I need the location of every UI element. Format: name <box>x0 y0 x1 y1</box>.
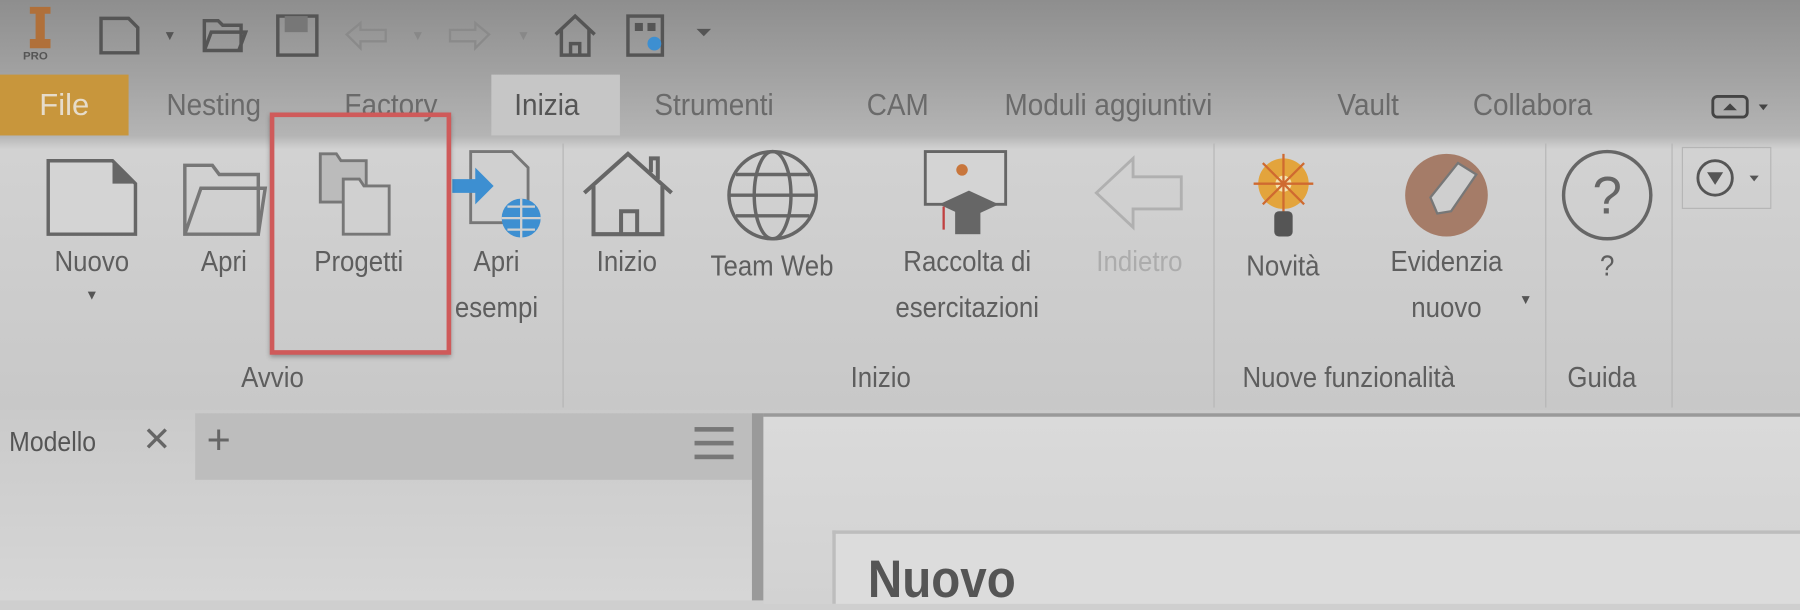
circle-chevron-down-icon <box>1696 159 1759 197</box>
apri-button[interactable]: Apri <box>178 147 270 285</box>
logo-text: PRO <box>22 50 48 64</box>
group-label-avvio: Avvio <box>241 361 304 394</box>
new-document-icon <box>46 158 138 236</box>
app-window: PRO ▼ ▼ ▼ ⏷ File Nesting Factory Inizia … <box>0 0 1800 608</box>
tab-collabora[interactable]: Collabora <box>1473 75 1592 136</box>
raccolta-label-line2: esercitazioni <box>895 291 1039 324</box>
tab-inizia[interactable]: Inizia <box>514 75 579 136</box>
ribbon-options-dropdown[interactable] <box>1681 146 1772 209</box>
group-divider <box>562 143 564 408</box>
lightbulb-icon <box>1253 153 1313 237</box>
ribbon-minimize-button[interactable] <box>1711 94 1771 125</box>
qr-code-icon[interactable] <box>623 11 671 59</box>
redo-dropdown-icon[interactable]: ▼ <box>517 28 531 44</box>
add-tab-icon[interactable]: + <box>207 416 231 464</box>
undo-dropdown-icon[interactable]: ▼ <box>411 28 425 44</box>
app-logo-icon[interactable]: PRO <box>21 5 60 72</box>
group-label-nuove-funzionalita: Nuove funzionalità <box>1242 361 1455 394</box>
help-label: ? <box>1600 250 1615 283</box>
save-icon[interactable] <box>273 11 321 59</box>
apri-esempi-label-line2: esempi <box>454 291 539 324</box>
apri-esempi-button[interactable]: Apri esempi <box>442 147 551 331</box>
new-dropdown-icon[interactable]: ▼ <box>163 28 177 44</box>
chevron-down-icon: ▼ <box>1518 291 1533 308</box>
open-folder-icon <box>183 163 268 236</box>
inizio-button[interactable]: Inizio <box>580 147 674 285</box>
nuovo-label: Nuovo <box>54 245 130 278</box>
open-folder-icon[interactable] <box>200 11 248 59</box>
tab-cam[interactable]: CAM <box>867 75 929 136</box>
svg-text:?: ? <box>1593 167 1622 226</box>
redo-icon[interactable] <box>445 11 493 59</box>
highlight-pen-icon <box>1405 153 1488 237</box>
globe-icon <box>726 149 818 241</box>
apri-label: Apri <box>200 245 247 278</box>
novita-button[interactable]: Novità <box>1228 147 1337 289</box>
close-tab-icon[interactable]: ✕ <box>142 420 171 460</box>
new-file-icon[interactable] <box>96 11 144 59</box>
panel-splitter[interactable] <box>751 413 764 601</box>
group-divider <box>1545 143 1547 408</box>
tab-vault[interactable]: Vault <box>1337 75 1399 136</box>
indietro-button[interactable]: Indietro <box>1079 147 1200 285</box>
raccolta-esercitazioni-button[interactable]: Raccolta di esercitazioni <box>872 147 1061 331</box>
help-button[interactable]: ? ? <box>1556 147 1659 289</box>
panel-menu-icon[interactable] <box>694 427 734 460</box>
raccolta-label-line1: Raccolta di <box>903 245 1032 278</box>
group-divider <box>1213 143 1215 408</box>
tab-strumenti[interactable]: Strumenti <box>654 75 773 136</box>
inizio-label: Inizio <box>596 245 657 278</box>
evidenzia-label-line2: nuovo <box>1411 291 1482 324</box>
team-web-label: Team Web <box>710 250 834 283</box>
indietro-label: Indietro <box>1096 245 1183 278</box>
group-label-guida: Guida <box>1567 361 1637 394</box>
tab-nesting[interactable]: Nesting <box>166 75 261 136</box>
chevron-down-icon: ▼ <box>85 287 99 304</box>
apri-esempi-label-line1: Apri <box>473 245 520 278</box>
new-document-card: Nuovo <box>832 530 1800 608</box>
evidenzia-label-line1: Evidenzia <box>1390 245 1503 278</box>
group-label-inizio: Inizio <box>850 361 911 394</box>
tutorial-book-icon <box>923 150 1007 235</box>
home-icon[interactable] <box>551 11 599 59</box>
main-heading: Nuovo <box>867 548 1016 609</box>
undo-icon[interactable] <box>342 11 390 59</box>
ribbon-toggle-icon <box>1711 94 1768 119</box>
back-arrow-icon <box>1093 155 1183 231</box>
tab-file[interactable]: File <box>0 74 129 136</box>
open-samples-icon <box>451 150 541 238</box>
customize-dropdown-icon[interactable]: ⏷ <box>696 21 713 45</box>
help-question-icon: ? <box>1561 149 1653 241</box>
panel-tab-strip <box>195 413 752 480</box>
tab-moduli-aggiuntivi[interactable]: Moduli aggiuntivi <box>1005 75 1213 136</box>
team-web-button[interactable]: Team Web <box>689 147 855 289</box>
nuovo-button[interactable]: Nuovo ▼ <box>34 147 149 305</box>
evidenzia-nuovo-button[interactable]: Evidenzia nuovo ▼ <box>1360 147 1533 331</box>
highlight-box <box>269 112 452 355</box>
novita-label: Novità <box>1246 250 1320 283</box>
group-divider <box>1671 143 1673 408</box>
model-panel-tab[interactable]: Modello <box>9 427 96 459</box>
home-icon <box>582 151 673 237</box>
